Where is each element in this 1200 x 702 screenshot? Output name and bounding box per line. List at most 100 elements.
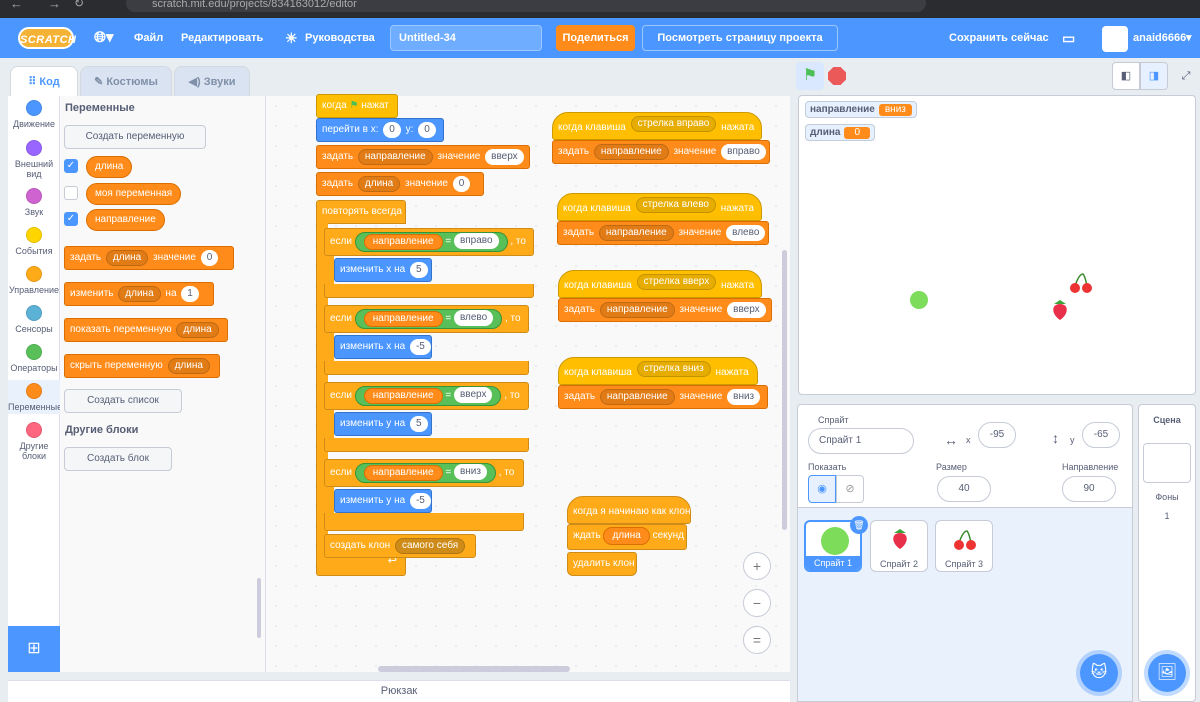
when-key-pressed-hat[interactable]: когда клавиша стрелка вверх нажата [558, 270, 762, 298]
tab-code[interactable]: ⠿ Код [10, 66, 78, 98]
fullscreen-button[interactable]: ⤢ [1172, 62, 1200, 90]
backpack[interactable]: Рюкзак [8, 680, 790, 702]
size-input[interactable]: 40 [937, 476, 991, 502]
equals-operator[interactable]: направление = вправо [354, 232, 508, 252]
var-dropdown[interactable]: длина [167, 358, 210, 374]
palette-change-block[interactable]: изменить длина на 1 [64, 282, 214, 306]
x-input[interactable]: 0 [383, 122, 401, 138]
show-sprite-button[interactable]: ◉ [808, 475, 836, 503]
project-title-input[interactable]: Untitled-34 [390, 25, 542, 51]
chevron-down-icon[interactable]: ▾ [1186, 18, 1192, 58]
category-events[interactable]: События [8, 227, 60, 256]
key-dropdown[interactable]: стрелка вправо [630, 116, 717, 132]
variable-monitor[interactable]: длина 0 [805, 124, 876, 141]
variable-reporter[interactable]: направление [363, 388, 443, 404]
folder-icon[interactable]: ▭ [1062, 18, 1075, 58]
value-input[interactable]: 5 [409, 416, 428, 432]
value-input[interactable]: 5 [409, 262, 428, 278]
normal-stage-button[interactable]: ◨ [1140, 62, 1168, 90]
value-input[interactable]: влево [453, 310, 494, 326]
workspace-vscrollbar[interactable] [782, 250, 787, 530]
green-flag-button[interactable]: ⚑ [796, 62, 824, 90]
make-block-button[interactable]: Создать блок [64, 447, 172, 471]
sprite-card[interactable]: Спрайт 2 [870, 520, 928, 572]
value-input[interactable]: -5 [409, 493, 431, 509]
palette-hide-variable-block[interactable]: скрыть переменную длина [64, 354, 220, 378]
wait-block[interactable]: ждать длина секунд [567, 524, 687, 550]
if-block[interactable]: если направление = вверх , то [324, 382, 529, 410]
set-variable-block[interactable]: задать направление значение вверх [558, 298, 772, 322]
tab-sounds[interactable]: ◀) Звуки [174, 66, 250, 98]
value-input[interactable]: вверх [485, 149, 524, 165]
save-now-link[interactable]: Сохранить сейчас [949, 18, 1049, 58]
menu-edit[interactable]: Редактировать [181, 18, 263, 58]
category-operators[interactable]: Операторы [8, 344, 60, 373]
change-x-block[interactable]: изменить х на -5 [334, 335, 432, 359]
small-stage-button[interactable]: ◧ [1112, 62, 1140, 90]
variable-reporter[interactable]: направление [363, 311, 443, 327]
username[interactable]: anaid6666 [1133, 18, 1186, 58]
equals-operator[interactable]: направление = вниз [354, 463, 496, 483]
change-y-block[interactable]: изменить у на -5 [334, 489, 432, 513]
menu-tutorials[interactable]: Руководства [305, 18, 375, 58]
make-variable-button[interactable]: Создать переменную [64, 125, 206, 149]
hide-sprite-button[interactable]: ⊘ [836, 475, 864, 503]
var-dropdown[interactable]: направление [599, 389, 675, 405]
variable-reporter[interactable]: направление [86, 209, 165, 231]
var-dropdown[interactable]: направление [598, 225, 674, 241]
see-project-page-button[interactable]: Посмотреть страницу проекта [642, 25, 838, 51]
sprite-card[interactable]: 🗑︎ Спрайт 1 [804, 516, 868, 572]
when-key-pressed-hat[interactable]: когда клавиша стрелка вправо нажата [552, 112, 762, 140]
var-dropdown[interactable]: направление [599, 302, 675, 318]
change-y-block[interactable]: изменить у на 5 [334, 412, 432, 436]
sprite-card[interactable]: Спрайт 3 [935, 520, 993, 572]
value-input[interactable]: 0 [200, 250, 219, 266]
green-ball-sprite[interactable] [910, 291, 928, 309]
palette-show-variable-block[interactable]: показать переменную длина [64, 318, 228, 342]
variable-reporter[interactable]: моя переменная [86, 183, 182, 205]
equals-operator[interactable]: направление = влево [354, 309, 503, 329]
variable-reporter[interactable]: длина [86, 156, 133, 178]
choose-backdrop-button[interactable]: 🖼︎ [1148, 654, 1186, 692]
when-key-pressed-hat[interactable]: когда клавиша стрелка влево нажата [557, 193, 762, 221]
value-input[interactable]: 0 [452, 176, 471, 192]
trash-icon[interactable]: 🗑︎ [850, 516, 868, 534]
value-input[interactable]: 1 [181, 286, 199, 302]
value-input[interactable]: вверх [727, 302, 766, 318]
var-checkbox-length[interactable]: ✓ [64, 159, 78, 173]
zoom-out-button[interactable]: − [743, 589, 771, 617]
back-icon[interactable]: ← [10, 0, 23, 11]
key-dropdown[interactable]: стрелка вниз [636, 361, 711, 377]
stage[interactable]: направление вниз длина 0 [798, 95, 1196, 395]
value-input[interactable]: вправо [721, 144, 766, 160]
set-variable-block[interactable]: задать направление значение вправо [552, 140, 770, 164]
var-dropdown[interactable]: направление [357, 149, 433, 165]
tab-costumes[interactable]: ✎ Костюмы [80, 66, 172, 98]
sprite-name-input[interactable]: Спрайт 1 [808, 428, 914, 454]
set-variable-block[interactable]: задать направление значение вниз [558, 385, 768, 409]
create-clone-block[interactable]: создать клон самого себя [324, 534, 476, 558]
palette-scrollbar[interactable] [257, 578, 261, 638]
value-input[interactable]: влево [726, 225, 766, 241]
value-input[interactable]: вверх [453, 387, 493, 403]
goto-xy-block[interactable]: перейти в x: 0 y: 0 [316, 118, 444, 142]
equals-operator[interactable]: направление = вверх [354, 386, 502, 406]
var-dropdown[interactable]: направление [593, 144, 669, 160]
if-block[interactable]: если направление = вниз , то [324, 459, 524, 487]
zoom-in-button[interactable]: + [743, 552, 771, 580]
category-variables[interactable]: Переменные [8, 380, 62, 414]
key-dropdown[interactable]: стрелка вверх [636, 274, 717, 290]
category-sensing[interactable]: Сенсоры [8, 305, 60, 334]
strawberry-icon[interactable] [1049, 298, 1071, 322]
direction-input[interactable]: 90 [1062, 476, 1116, 502]
when-flag-clicked-hat[interactable]: когда ⚑ нажат [316, 94, 398, 118]
category-my-blocks[interactable]: Другие блоки [8, 422, 60, 461]
set-variable-block[interactable]: задать направление значение вверх [316, 145, 530, 169]
var-checkbox-direction[interactable]: ✓ [64, 212, 78, 226]
if-block[interactable]: если направление = влево , то [324, 305, 529, 333]
value-input[interactable]: вниз [453, 464, 487, 480]
menu-file[interactable]: Файл [134, 18, 163, 58]
variable-reporter[interactable]: направление [363, 234, 443, 250]
category-looks[interactable]: Внешний вид [8, 140, 60, 179]
category-sound[interactable]: Звук [8, 188, 60, 217]
